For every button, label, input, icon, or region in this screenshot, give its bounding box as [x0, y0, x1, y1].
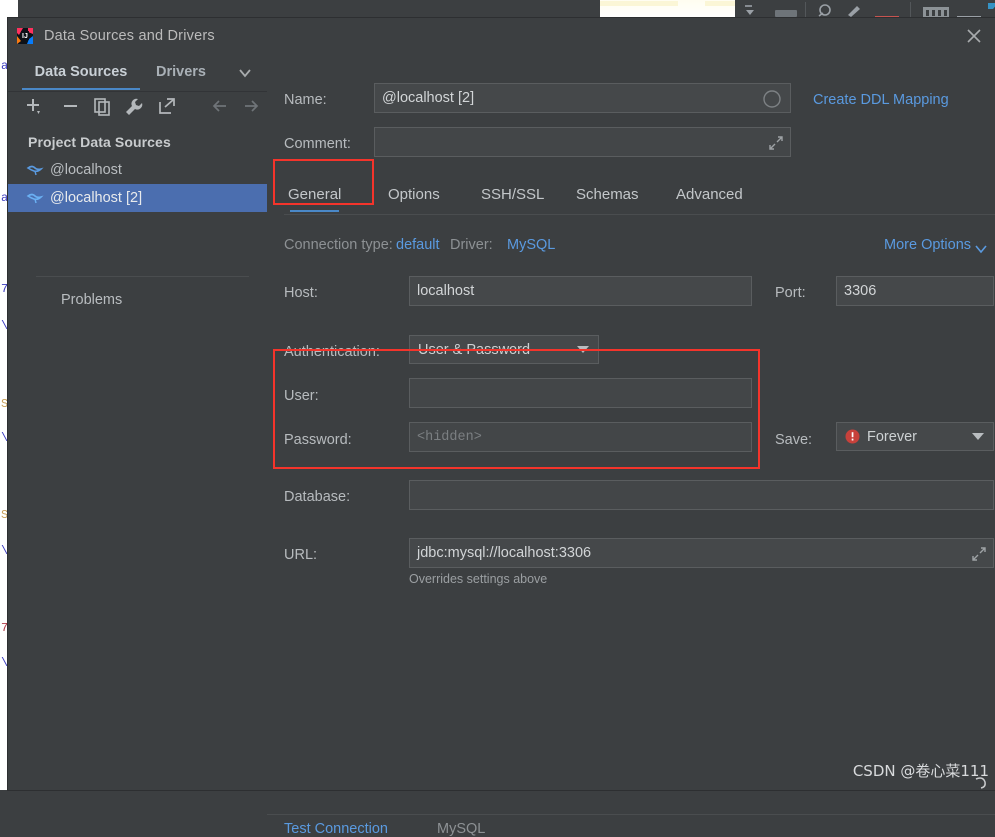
create-ddl-mapping-link[interactable]: Create DDL Mapping	[813, 92, 949, 108]
port-label: Port:	[775, 285, 806, 301]
dialog-titlebar: IJ Data Sources and Drivers	[8, 18, 995, 55]
data-sources-sidebar: Data Sources Drivers Project Data Source…	[8, 54, 268, 790]
tab-data-sources-label: Data Sources	[34, 64, 128, 80]
save-value: Forever	[867, 428, 917, 445]
host-label: Host:	[284, 285, 318, 301]
connection-type-label: Connection type:	[284, 237, 393, 253]
tree-item-label: Problems	[61, 292, 123, 308]
export-button[interactable]	[156, 97, 178, 122]
footer-divider	[267, 814, 995, 815]
back-button[interactable]	[210, 97, 232, 122]
watermark-text: CSDN @卷心菜111	[852, 762, 989, 780]
url-label: URL:	[284, 547, 318, 563]
undo-arrow-icon	[973, 776, 989, 795]
mysql-dolphin-icon	[26, 161, 44, 183]
user-input[interactable]	[409, 378, 752, 408]
chevron-down-icon[interactable]	[974, 241, 988, 259]
remove-data-source-button[interactable]	[60, 97, 82, 122]
circle-icon	[762, 89, 782, 113]
tree-divider	[36, 276, 249, 277]
tree-item-problems[interactable]: Problems	[8, 292, 122, 308]
name-label: Name:	[284, 92, 327, 108]
port-input[interactable]: 3306	[836, 276, 994, 306]
tab-schemas-label: Schemas	[576, 186, 639, 203]
host-input[interactable]: localhost	[409, 276, 752, 306]
tree-group-header: Project Data Sources	[28, 134, 171, 150]
authentication-select[interactable]: User & Password	[409, 335, 599, 364]
driver-value[interactable]: MySQL	[507, 237, 555, 253]
tab-advanced-label: Advanced	[676, 186, 743, 203]
save-select[interactable]: Forever	[836, 422, 994, 451]
connection-type-value[interactable]: default	[396, 237, 440, 253]
user-label: User:	[284, 388, 319, 404]
port-input-value: 3306	[844, 283, 877, 299]
tab-drivers-label: Drivers	[156, 64, 206, 80]
password-label: Password:	[284, 432, 352, 448]
tab-general-label: General	[288, 186, 342, 203]
dialog-title: Data Sources and Drivers	[44, 28, 215, 44]
expand-icon[interactable]	[971, 546, 987, 566]
tree-item-localhost-2[interactable]: @localhost [2]	[8, 184, 267, 212]
forward-button[interactable]	[241, 97, 263, 122]
comment-label: Comment:	[284, 136, 351, 152]
database-label: Database:	[284, 489, 351, 505]
tab-general[interactable]: General	[288, 177, 341, 213]
properties-button[interactable]	[124, 97, 146, 122]
url-hint: Overrides settings above	[409, 572, 548, 586]
url-input-value: jdbc:mysql://localhost:3306	[417, 545, 592, 561]
mysql-dolphin-icon	[26, 189, 44, 211]
intellij-idea-logo-icon: IJ	[16, 27, 34, 45]
comment-input[interactable]	[374, 127, 791, 157]
password-input[interactable]: <hidden>	[409, 422, 752, 452]
duplicate-data-source-button[interactable]	[92, 97, 114, 122]
url-input[interactable]: jdbc:mysql://localhost:3306	[409, 538, 994, 568]
caret-down-icon	[971, 429, 985, 445]
authentication-value: User & Password	[418, 341, 531, 358]
database-input[interactable]	[409, 480, 994, 510]
warning-circle-icon	[845, 429, 860, 444]
data-sources-tree: Project Data Sources @localhost @localho…	[8, 128, 267, 348]
tree-item-localhost[interactable]: @localhost	[8, 156, 267, 184]
tree-item-label: @localhost [2]	[50, 190, 143, 206]
tab-options-label: Options	[388, 186, 440, 203]
host-input-value: localhost	[417, 283, 475, 299]
authentication-label: Authentication:	[284, 344, 380, 360]
tab-options[interactable]: Options	[388, 177, 440, 213]
tree-item-label: @localhost	[50, 162, 122, 178]
sidebar-tabs: Data Sources Drivers	[8, 54, 267, 92]
chevron-down-icon[interactable]	[237, 66, 253, 84]
save-label: Save:	[775, 432, 813, 448]
tab-ssh-ssl[interactable]: SSH/SSL	[481, 177, 544, 213]
connection-settings-panel: Name: @localhost [2] Create DDL Mapping …	[267, 54, 995, 837]
tab-advanced[interactable]: Advanced	[676, 177, 743, 213]
tab-ssh-ssl-label: SSH/SSL	[481, 186, 545, 203]
settings-tabs: General Options SSH/SSL Schemas Advanced	[284, 177, 995, 215]
tab-drivers[interactable]: Drivers	[156, 54, 206, 90]
password-placeholder: <hidden>	[417, 429, 482, 445]
caret-down-icon	[576, 342, 590, 358]
name-input[interactable]: @localhost [2]	[374, 83, 791, 113]
driver-status-label: MySQL	[437, 821, 486, 837]
name-input-value: @localhost [2]	[382, 90, 475, 106]
expand-icon[interactable]	[768, 135, 784, 155]
sidebar-toolbar	[8, 91, 267, 125]
svg-text:IJ: IJ	[22, 33, 28, 40]
tab-data-sources[interactable]: Data Sources	[22, 54, 140, 90]
tab-schemas[interactable]: Schemas	[576, 177, 639, 213]
driver-label: Driver:	[450, 237, 493, 253]
background-notification-popup	[600, 0, 965, 18]
close-icon[interactable]	[963, 25, 985, 47]
test-connection-link[interactable]: Test Connection	[284, 821, 388, 837]
settings-tabs-divider	[284, 214, 995, 215]
add-data-source-button[interactable]	[24, 97, 46, 122]
more-options-link[interactable]: More Options	[884, 237, 971, 253]
data-sources-dialog: IJ Data Sources and Drivers Data Sources…	[8, 18, 995, 837]
